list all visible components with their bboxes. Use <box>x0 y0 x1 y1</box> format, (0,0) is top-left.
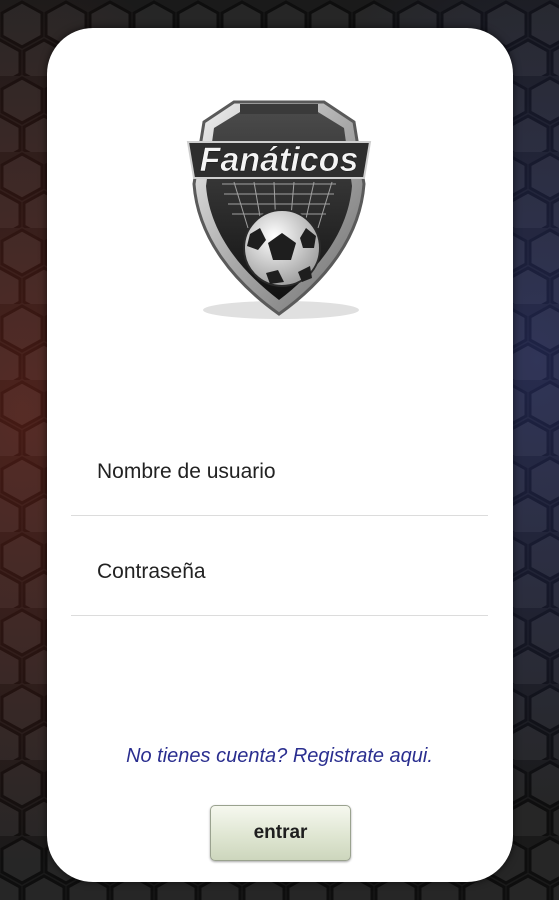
register-link[interactable]: No tienes cuenta? Registrate aqui. <box>0 745 559 768</box>
enter-button[interactable]: entrar <box>210 805 351 861</box>
fanaticos-logo: Fanáticos <box>186 100 372 319</box>
password-placeholder: Contraseña <box>97 560 206 583</box>
logo-wordmark: Fanáticos <box>200 141 359 179</box>
username-field[interactable]: Nombre de usuario <box>71 455 488 516</box>
password-field[interactable]: Contraseña <box>71 555 488 616</box>
username-placeholder: Nombre de usuario <box>97 460 276 483</box>
